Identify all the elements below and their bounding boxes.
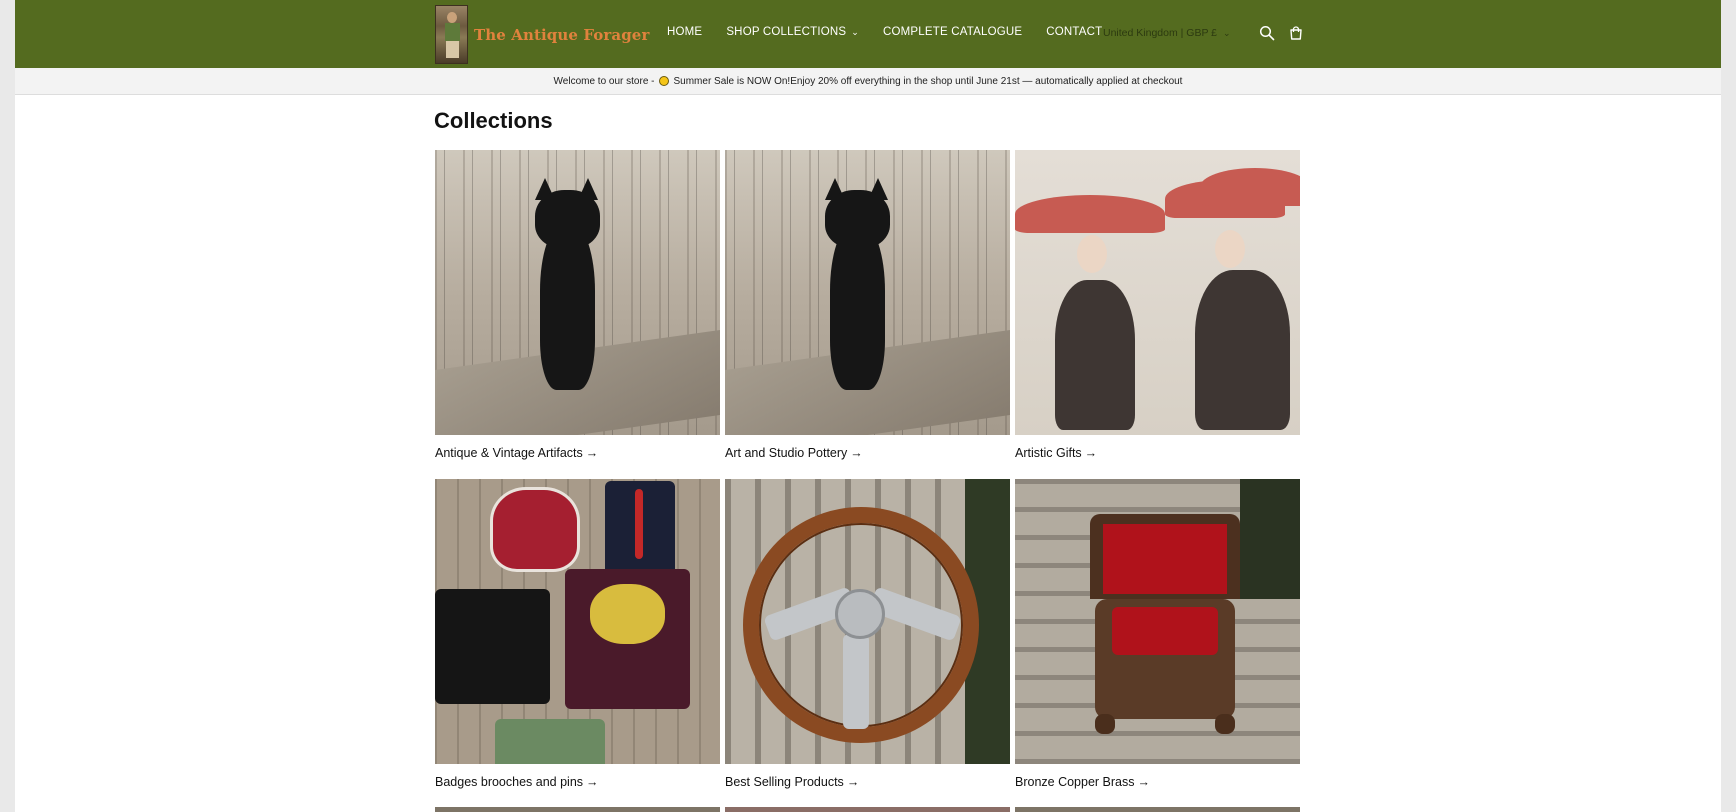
collection-card-next-row[interactable] — [1015, 807, 1300, 812]
nav-shop-collections[interactable]: SHOP COLLECTIONS ⌄ — [726, 26, 859, 38]
announcement-prefix: Welcome to our store - — [553, 75, 655, 87]
logo-image — [435, 5, 468, 64]
collection-image — [435, 479, 720, 764]
collection-image — [1015, 150, 1300, 435]
collection-card-best-selling[interactable]: Best Selling Products → — [725, 479, 1010, 789]
locale-selector[interactable]: United Kingdom | GBP £ ⌄ — [1103, 27, 1231, 39]
collection-card-art-studio-pottery[interactable]: Art and Studio Pottery → — [725, 150, 1010, 460]
locale-label: United Kingdom | GBP £ — [1103, 27, 1218, 39]
page: The Antique Forager HOME SHOP COLLECTION… — [15, 0, 1721, 812]
sun-icon — [658, 76, 669, 86]
arrow-right-icon: → — [846, 775, 860, 789]
collection-label: Badges brooches and pins → — [435, 775, 599, 789]
arrow-right-icon: → — [586, 775, 599, 789]
cart-icon[interactable] — [1288, 25, 1304, 41]
site-header: The Antique Forager HOME SHOP COLLECTION… — [15, 0, 1721, 68]
main-nav: HOME SHOP COLLECTIONS ⌄ COMPLETE CATALOG… — [667, 26, 1126, 38]
nav-shop-collections-label: SHOP COLLECTIONS — [726, 26, 847, 38]
nav-home[interactable]: HOME — [667, 26, 702, 38]
collection-label: Antique & Vintage Artifacts → — [435, 446, 599, 460]
chevron-down-icon: ⌄ — [851, 26, 859, 37]
collection-card-next-row[interactable] — [725, 807, 1010, 812]
collection-card-bronze-copper-brass[interactable]: Bronze Copper Brass → — [1015, 479, 1300, 789]
announcement-text: Summer Sale is NOW On!Enjoy 20% off ever… — [673, 75, 1183, 87]
arrow-right-icon: → — [585, 446, 599, 460]
collection-image — [435, 150, 720, 435]
nav-complete-catalogue-label: COMPLETE CATALOGUE — [883, 26, 1023, 38]
collection-card-artistic-gifts[interactable]: Artistic Gifts → — [1015, 150, 1300, 460]
collection-card-antique-vintage[interactable]: Antique & Vintage Artifacts → — [435, 150, 720, 460]
collection-image — [725, 479, 1010, 764]
search-icon[interactable] — [1259, 25, 1275, 41]
nav-complete-catalogue[interactable]: COMPLETE CATALOGUE — [883, 26, 1022, 38]
nav-contact-label: CONTACT — [1046, 26, 1103, 38]
announcement-bar: Welcome to our store - Summer Sale is NO… — [15, 68, 1721, 95]
nav-home-label: HOME — [667, 26, 703, 38]
collection-label: Artistic Gifts → — [1015, 446, 1098, 460]
collection-image — [725, 150, 1010, 435]
arrow-right-icon: → — [1137, 775, 1151, 789]
collection-label: Best Selling Products → — [725, 775, 860, 789]
collection-label: Art and Studio Pottery → — [725, 446, 863, 460]
collection-label: Bronze Copper Brass → — [1015, 775, 1151, 789]
store-logo-link[interactable]: The Antique Forager — [435, 5, 649, 64]
page-title: Collections — [434, 108, 553, 133]
chevron-down-icon: ⌄ — [1223, 27, 1231, 38]
arrow-right-icon: → — [850, 446, 863, 460]
collection-card-badges[interactable]: Badges brooches and pins → — [435, 479, 720, 789]
collection-image — [1015, 479, 1300, 764]
nav-contact[interactable]: CONTACT — [1046, 26, 1102, 38]
store-name: The Antique Forager — [474, 25, 650, 44]
arrow-right-icon: → — [1084, 446, 1098, 460]
collection-card-next-row[interactable] — [435, 807, 720, 812]
